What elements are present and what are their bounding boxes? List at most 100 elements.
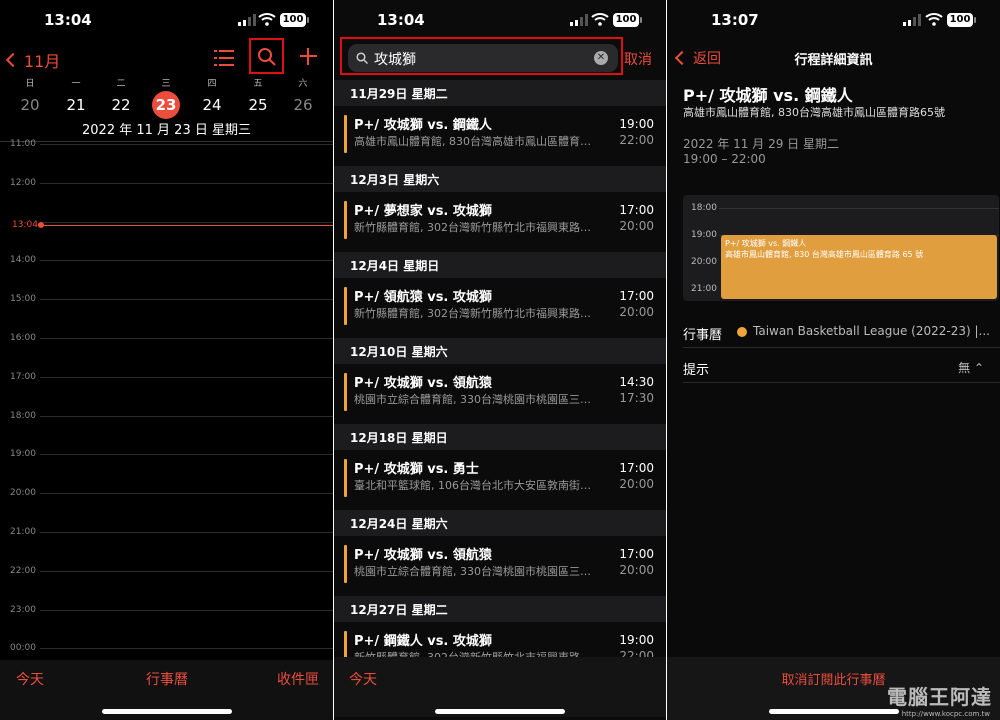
search-result-item[interactable]: P+/ 夢想家 vs. 攻城獅新竹縣體育館, 302台灣新竹縣竹北市福興東路… 1… [334,197,666,247]
hour-row[interactable]: 12:00 [0,178,333,188]
event-title: P+/ 領航猿 vs. 攻城獅 [354,290,492,305]
hour-label: 18:00 [691,203,717,213]
calendar-row[interactable]: 行事曆 Taiwan Basketball League (2022-23) |… [683,314,1000,348]
current-time-dot [38,222,44,228]
search-result-item[interactable]: P+/ 攻城獅 vs. 領航猿 桃園市立綜合體育館, 330台灣桃園市桃園區三… 1… [334,541,666,591]
status-time: 13:04 [44,11,92,29]
day-number[interactable]: 21 [53,92,99,118]
clear-search-icon[interactable]: ✕ [594,51,608,65]
search-result-item[interactable]: P+/ 攻城獅 vs. 領航猿桃園市立綜合體育館, 330台灣桃園市桃園區三… 1… [334,369,666,419]
search-result-item[interactable]: P+/ 領航猿 vs. 攻城獅 新竹縣體育館, 302台灣新竹縣竹北市福興東路… 1… [334,283,666,333]
hour-row[interactable]: 23:00 [0,605,333,615]
search-icon [356,52,368,64]
calendar-color-bar [344,373,347,411]
day-number[interactable]: 22 [98,92,144,118]
hour-line [40,144,333,145]
alert-row-label: 提示 [683,363,710,378]
hour-line [40,376,333,378]
hour-label: 15:00 [10,294,36,305]
status-time: 13:04 [377,11,425,29]
hour-row[interactable]: 18:00 [0,411,333,421]
section-date-label: 12月4日 星期日 [350,259,440,273]
weekday-label: 一 [71,79,81,89]
hour-label: 21:00 [10,527,36,537]
mini-calendar-event[interactable]: P+/ 攻城獅 vs. 鋼鐵人 高雄市鳳山體育館, 830 台灣高雄市鳳山區體育… [721,235,997,299]
inbox-button[interactable]: 收件匣 [277,669,319,689]
hour-row[interactable]: 17:00 [0,372,333,382]
watermark-url: http://www.kocpc.com.tw [901,710,990,718]
status-bar: 13:04 100 [334,0,666,40]
search-result-item[interactable]: P+/ 攻城獅 vs. 鋼鐵人 高雄市鳳山體育館, 830台灣高雄市鳳山區體育… 1… [334,111,666,161]
hour-row[interactable]: 20:00 [0,488,333,498]
hour-line [40,260,333,262]
event-start-time: 17:00 [619,461,654,475]
search-query: 攻城獅 [374,52,416,68]
today-button[interactable]: 今天 [16,669,44,689]
calendar-day-view: 13:04 100 11月 日 一 二 三 四 五 六 20 21 22 23 … [0,0,333,720]
search-icon[interactable] [257,47,276,66]
event-address[interactable]: 高雄市鳳山體育館, 830台灣高雄市鳳山區體育路65號 [683,104,945,120]
hour-row[interactable]: 21:00 [0,527,333,537]
weekday-label: 四 [207,79,217,89]
hour-label: 12:00 [10,177,36,188]
cancel-button[interactable]: 取消 [624,49,652,69]
back-to-month-button[interactable]: 11月 [5,48,61,72]
status-time: 13:07 [711,11,759,29]
hour-row[interactable]: 11:00 [0,139,333,149]
add-event-icon[interactable] [300,48,317,65]
hour-row[interactable]: 22:00 [0,566,333,576]
battery-icon: 100 [947,13,976,27]
hour-row[interactable]: 00:00 [0,643,333,653]
nav-title: 行程詳細資訊 [794,53,873,68]
hour-row[interactable]: 15:00 [0,294,333,304]
today-button[interactable]: 今天 [349,669,377,689]
hour-line [40,532,333,533]
search-result-item[interactable]: P+/ 攻城獅 vs. 勇士臺北和平籃球館, 106台灣台北市大安區敦南街… 17… [334,455,666,505]
bottom-toolbar [334,657,666,717]
hour-row[interactable]: 13:00 [0,221,333,223]
hour-row[interactable]: 19:00 [0,449,333,459]
hour-label: 11:00 [10,139,36,149]
event-title: P+/ 鋼鐵人 vs. 攻城獅 [354,634,492,649]
section-date-header: 12月27日 星期二 [334,596,666,622]
event-start-time: 17:00 [619,203,654,217]
event-end-time: 20:00 [619,219,654,233]
search-input[interactable]: 攻城獅 ✕ [348,44,618,72]
event-title: P+/ 夢想家 vs. 攻城獅 [354,204,492,219]
event-end-time: 20:00 [619,563,654,577]
event-title: P+/ 攻城獅 vs. 鋼鐵人 [354,118,492,133]
hour-line [40,182,333,184]
event-location: 新竹縣體育館, 302台灣新竹縣竹北市福興東路… [354,307,591,320]
back-label: 11月 [24,52,61,71]
calendar-row-label: 行事曆 [683,328,723,343]
day-number[interactable]: 20 [7,92,53,118]
hour-row[interactable]: 14:00 [0,255,333,265]
event-title: P+/ 攻城獅 vs. 勇士 [354,462,479,477]
alert-row[interactable]: 提示 無 ⌃ [683,349,1000,383]
weekday-label: 三 [161,79,171,89]
event-end-time: 22:00 [619,133,654,147]
event-end-time: 17:30 [619,391,654,405]
mini-day-calendar[interactable]: 18:00 19:00 20:00 21:00 P+/ 攻城獅 vs. 鋼鐵人 … [683,195,999,301]
wifi-icon [258,13,276,26]
hour-row[interactable]: 16:00 [0,333,333,343]
event-location: 臺北和平籃球館, 106台灣台北市大安區敦南街… [354,479,591,492]
day-number-selected[interactable]: 23 [143,92,189,118]
hour-line [40,570,333,572]
day-number[interactable]: 24 [189,92,235,118]
event-location: 桃園市立綜合體育館, 330台灣桃園市桃園區三… [354,393,591,406]
day-number[interactable]: 25 [235,92,281,118]
list-icon[interactable] [214,50,234,66]
calendars-button[interactable]: 行事曆 [146,669,188,689]
event-location: 新竹縣體育館, 302台灣新竹縣竹北市福興東路… [354,221,591,234]
event-title: P+/ 攻城獅 vs. 領航猿 [354,376,492,391]
chevron-left-icon [5,52,21,68]
mini-event-location: 高雄市鳳山體育館, 830 台灣高雄市鳳山區體育路 65 號 [725,250,924,259]
day-number[interactable]: 26 [280,92,326,118]
hour-line [40,454,333,456]
weekday-label: 五 [253,79,263,89]
calendar-color-bar [344,287,347,325]
hour-label: 19:00 [691,230,717,240]
battery-icon: 100 [280,13,309,27]
hour-label: 16:00 [10,333,36,343]
